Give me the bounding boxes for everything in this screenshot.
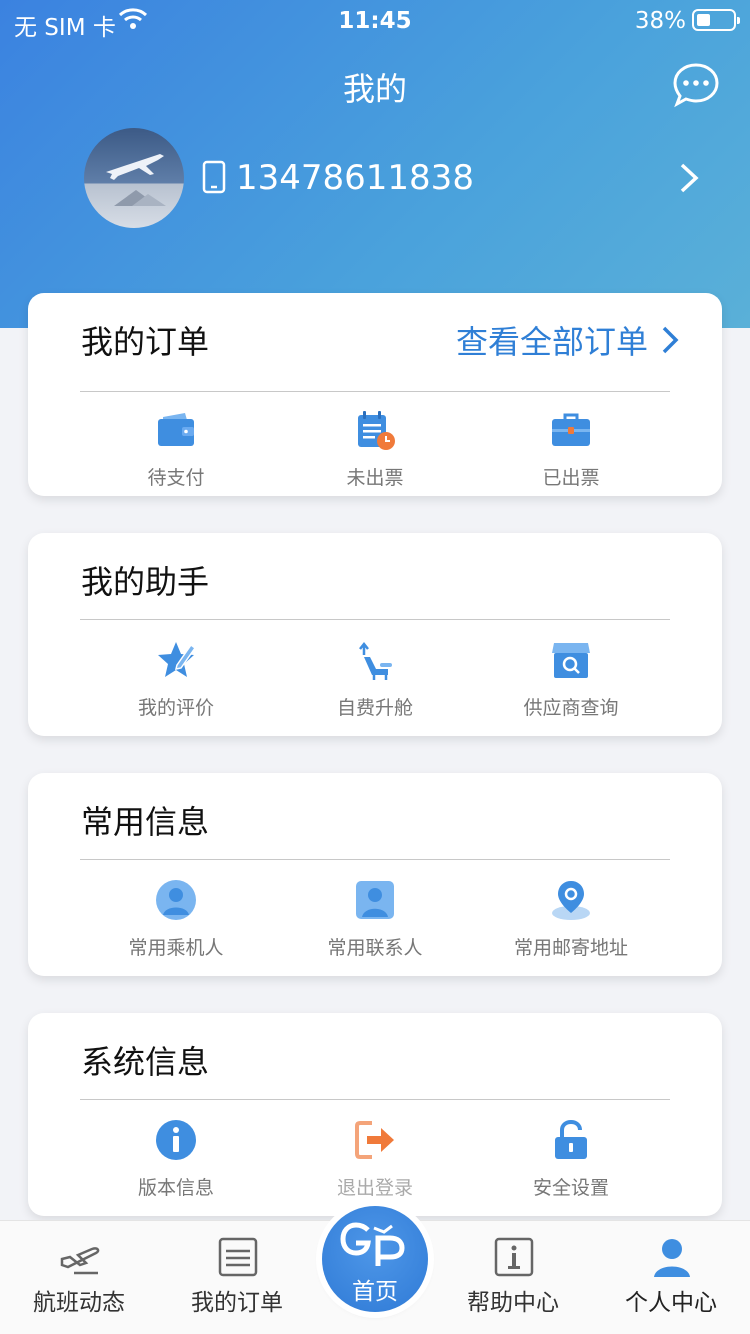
tab-profile[interactable]: 个人中心 xyxy=(596,1221,746,1334)
view-all-orders-link[interactable]: 查看全部订单 xyxy=(456,317,680,363)
star-pen-icon xyxy=(158,642,197,677)
tab-my-orders-label: 我的订单 xyxy=(191,1290,283,1316)
divider xyxy=(80,619,670,620)
seat-upgrade-icon xyxy=(359,641,392,680)
common-info-title: 常用信息 xyxy=(81,803,210,841)
issued-label: 已出票 xyxy=(542,467,600,489)
frequent-contacts-label: 常用联系人 xyxy=(327,937,423,959)
tab-help-center-label: 帮助中心 xyxy=(467,1290,559,1316)
battery-icon xyxy=(692,9,740,31)
not-issued-button[interactable]: 未出票 xyxy=(280,403,470,493)
common-info-card: 常用信息 常用乘机人 常用联系人 常用邮寄地址 xyxy=(28,773,722,976)
mailing-address-button[interactable]: 常用邮寄地址 xyxy=(476,873,666,963)
passenger-icon xyxy=(156,880,196,920)
tab-profile-label: 个人中心 xyxy=(625,1290,717,1316)
frequent-passengers-button[interactable]: 常用乘机人 xyxy=(81,873,271,963)
system-info-title: 系统信息 xyxy=(81,1043,210,1081)
divider xyxy=(80,1099,670,1100)
phone-icon xyxy=(202,160,226,194)
pending-payment-label: 待支付 xyxy=(147,467,205,489)
location-icon xyxy=(552,881,590,920)
contact-icon xyxy=(356,881,394,919)
supplier-search-button[interactable]: 供应商查询 xyxy=(476,633,666,723)
orders-title: 我的订单 xyxy=(81,323,210,361)
user-icon xyxy=(654,1239,690,1277)
my-reviews-button[interactable]: 我的评价 xyxy=(81,633,271,723)
security-settings-button[interactable]: 安全设置 xyxy=(476,1113,666,1203)
frequent-passengers-label: 常用乘机人 xyxy=(128,937,224,959)
airplane-avatar-icon xyxy=(106,154,166,206)
info-icon xyxy=(156,1120,196,1160)
unlock-icon xyxy=(555,1119,587,1159)
tab-home-label: 首页 xyxy=(352,1279,398,1305)
briefcase-icon xyxy=(552,413,590,446)
message-icon[interactable] xyxy=(672,62,720,108)
divider xyxy=(80,391,670,392)
issued-button[interactable]: 已出票 xyxy=(476,403,666,493)
tab-flight-status-label: 航班动态 xyxy=(33,1290,125,1316)
divider xyxy=(80,859,670,860)
battery-percent: 38% xyxy=(634,8,686,34)
wallet-icon xyxy=(158,413,194,446)
view-all-orders-label: 查看全部订单 xyxy=(455,323,648,361)
assistant-title: 我的助手 xyxy=(81,563,210,601)
logout-label: 退出登录 xyxy=(336,1177,413,1199)
version-info-button[interactable]: 版本信息 xyxy=(81,1113,271,1203)
not-issued-label: 未出票 xyxy=(346,467,404,489)
tab-help-center[interactable]: 帮助中心 xyxy=(438,1221,588,1334)
mailing-address-label: 常用邮寄地址 xyxy=(513,937,628,959)
pending-payment-button[interactable]: 待支付 xyxy=(81,403,271,493)
store-search-icon xyxy=(552,643,590,678)
status-bar: 无 SIM 卡 11:45 38% xyxy=(0,0,750,42)
tab-my-orders[interactable]: 我的订单 xyxy=(162,1221,312,1334)
info-square-icon xyxy=(494,1237,534,1277)
tab-flight-status[interactable]: 航班动态 xyxy=(4,1221,154,1334)
seat-upgrade-label: 自费升舱 xyxy=(336,697,413,719)
pending-ticket-icon xyxy=(358,411,395,450)
tab-home-button[interactable]: 首页 xyxy=(322,1206,428,1312)
my-reviews-label: 我的评价 xyxy=(137,697,214,719)
frequent-contacts-button[interactable]: 常用联系人 xyxy=(280,873,470,963)
assistant-card: 我的助手 我的评价 自费升舱 供应商查询 xyxy=(28,533,722,736)
version-info-label: 版本信息 xyxy=(137,1177,214,1199)
seat-upgrade-button[interactable]: 自费升舱 xyxy=(280,633,470,723)
supplier-search-label: 供应商查询 xyxy=(523,697,619,719)
airplane-icon xyxy=(60,1247,100,1275)
page-title: 我的 xyxy=(342,70,407,108)
security-settings-label: 安全设置 xyxy=(532,1177,609,1199)
chevron-right-icon[interactable] xyxy=(678,162,700,194)
order-list-icon xyxy=(218,1237,258,1277)
orders-card: 我的订单 查看全部订单 待支付 未出票 已出票 xyxy=(28,293,722,496)
logout-icon xyxy=(355,1121,394,1159)
avatar[interactable] xyxy=(84,128,184,228)
profile-header: 无 SIM 卡 11:45 38% 我的 13478611838 xyxy=(0,0,750,328)
system-info-card: 系统信息 版本信息 退出登录 安全设置 xyxy=(28,1013,722,1216)
logout-button[interactable]: 退出登录 xyxy=(280,1113,470,1203)
chevron-right-icon xyxy=(662,326,679,354)
gp-logo-icon xyxy=(340,1222,405,1266)
phone-number[interactable]: 13478611838 xyxy=(236,158,474,198)
